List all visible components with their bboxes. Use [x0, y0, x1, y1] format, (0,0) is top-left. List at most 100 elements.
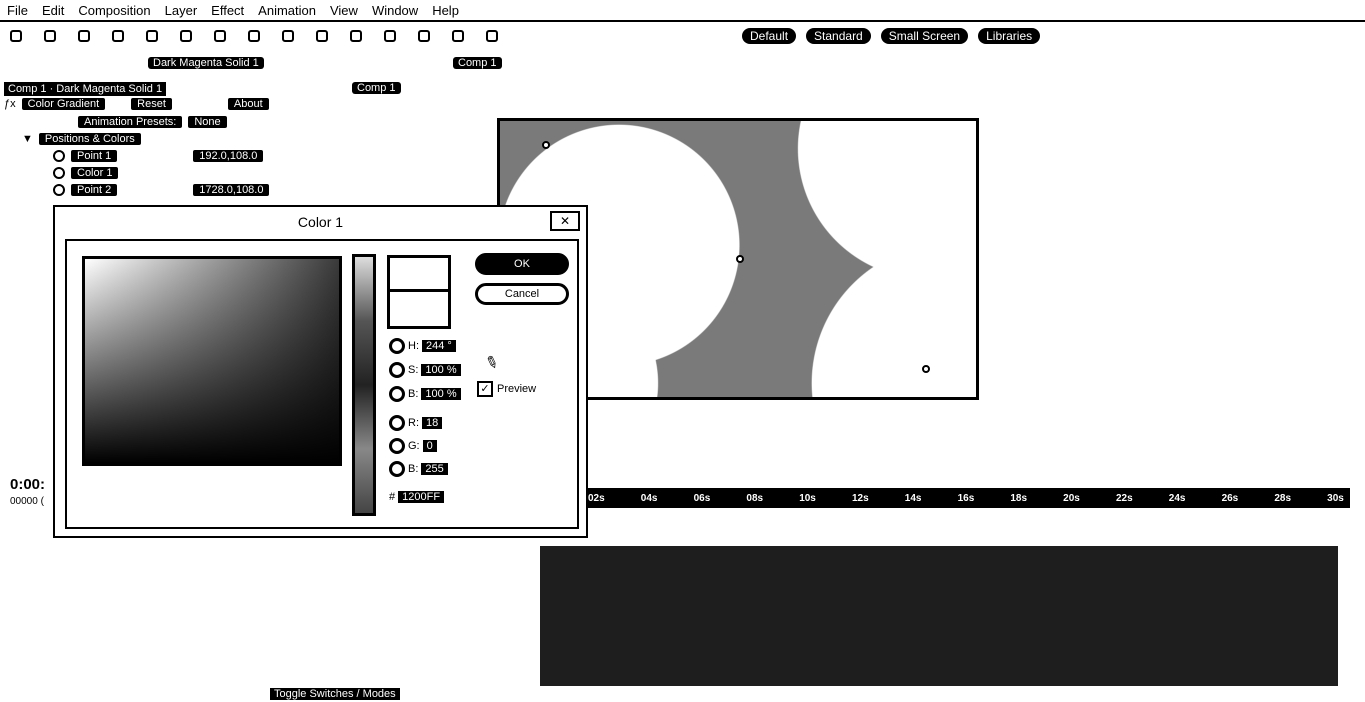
effect-controls-header: Comp 1 · Dark Magenta Solid 1	[4, 82, 167, 96]
selection-tool-icon[interactable]	[44, 30, 56, 42]
workspace-default[interactable]: Default	[742, 28, 797, 44]
animation-presets-select[interactable]: None	[188, 116, 227, 128]
point2-row: Point 2 1728.0,108.0	[53, 184, 270, 196]
menu-edit[interactable]: Edit	[35, 3, 71, 18]
tick-label: 24s	[1168, 492, 1186, 504]
brightness-radio[interactable]	[389, 386, 405, 402]
dialog-title: Color 1	[297, 214, 344, 230]
brush-tool-icon[interactable]	[350, 30, 362, 42]
dialog-body: OK Cancel H: 244 ° S: 100 % B: 100 % R: …	[65, 239, 579, 529]
current-color-swatch	[390, 292, 448, 326]
puppet-tool-icon[interactable]	[486, 30, 498, 42]
camera-tool-icon[interactable]	[180, 30, 192, 42]
viewer-controls[interactable]	[590, 424, 1070, 440]
stopwatch-icon[interactable]	[53, 150, 65, 162]
menu-animation[interactable]: Animation	[251, 3, 323, 18]
gradient-point-handle[interactable]	[922, 365, 930, 373]
saturation-input[interactable]: 100 %	[421, 364, 461, 376]
brightness-input[interactable]: 100 %	[421, 388, 461, 400]
stopwatch-icon[interactable]	[53, 167, 65, 179]
reset-button[interactable]: Reset	[131, 98, 172, 110]
brightness-label: B:	[408, 388, 419, 400]
tick-label: 26s	[1221, 492, 1239, 504]
red-input[interactable]: 18	[422, 417, 443, 429]
menu-view[interactable]: View	[323, 3, 365, 18]
blue-input[interactable]: 255	[421, 463, 448, 475]
menu-help[interactable]: Help	[425, 3, 466, 18]
positions-colors-group[interactable]: ▼ Positions & Colors	[22, 133, 141, 145]
ok-button[interactable]: OK	[475, 253, 569, 275]
type-tool-icon[interactable]	[316, 30, 328, 42]
fx-icon[interactable]: ƒx	[4, 98, 16, 110]
current-frame: 00000 (	[10, 496, 44, 507]
blue-label: B:	[408, 463, 419, 475]
color1-label: Color 1	[71, 167, 119, 179]
roto-brush-tool-icon[interactable]	[452, 30, 464, 42]
clone-stamp-tool-icon[interactable]	[384, 30, 396, 42]
composition-tab[interactable]: Comp 1	[453, 57, 502, 69]
hue-label: H:	[408, 340, 419, 352]
blue-radio[interactable]	[389, 461, 405, 477]
composition-breadcrumb[interactable]: Comp 1	[352, 82, 401, 94]
saturation-label: S:	[408, 364, 419, 376]
toggle-switches-modes[interactable]: Toggle Switches / Modes	[270, 688, 400, 700]
tick-label: 04s	[640, 492, 658, 504]
hue-radio[interactable]	[389, 338, 405, 354]
rotate-tool-icon[interactable]	[146, 30, 158, 42]
eyedropper-icon[interactable]: ✎	[482, 351, 501, 374]
tick-label: 08s	[746, 492, 764, 504]
workspace-small-screen[interactable]: Small Screen	[880, 28, 969, 44]
effect-controls-tab[interactable]: Dark Magenta Solid 1	[148, 57, 264, 69]
preview-checkbox[interactable]: ✓	[477, 381, 493, 397]
twirl-down-icon[interactable]: ▼	[22, 133, 33, 145]
zoom-tool-icon[interactable]	[112, 30, 124, 42]
point1-value[interactable]: 192.0,108.0	[193, 150, 264, 162]
menu-window[interactable]: Window	[365, 3, 425, 18]
green-input[interactable]: 0	[422, 440, 437, 452]
pan-behind-tool-icon[interactable]	[214, 30, 226, 42]
home-icon[interactable]	[10, 30, 22, 42]
hex-input[interactable]: 1200FF	[398, 491, 445, 503]
cancel-button[interactable]: Cancel	[475, 283, 569, 305]
workspace-standard[interactable]: Standard	[806, 28, 871, 44]
tick-label: 20s	[1063, 492, 1080, 504]
hue-input[interactable]: 244 °	[422, 340, 456, 352]
gradient-point-handle[interactable]	[542, 141, 550, 149]
about-button[interactable]: About	[227, 98, 269, 110]
tick-label: 30s	[1327, 492, 1344, 504]
eraser-tool-icon[interactable]	[418, 30, 430, 42]
red-row: R: 18	[389, 415, 443, 431]
close-icon[interactable]: ✕	[550, 211, 580, 231]
red-radio[interactable]	[389, 415, 405, 431]
saturation-radio[interactable]	[389, 362, 405, 378]
current-time[interactable]: 0:00:	[10, 476, 45, 493]
red-label: R:	[408, 417, 419, 429]
tick-label: 02s	[588, 492, 605, 504]
point1-row: Point 1 192.0,108.0	[53, 150, 264, 162]
pen-tool-icon[interactable]	[282, 30, 294, 42]
effect-row: ƒx Color Gradient Reset About	[4, 98, 269, 110]
shape-tool-icon[interactable]	[248, 30, 260, 42]
menu-composition[interactable]: Composition	[71, 3, 157, 18]
tick-label: 16s	[957, 492, 975, 504]
green-radio[interactable]	[389, 438, 405, 454]
group-label: Positions & Colors	[38, 133, 141, 145]
stopwatch-icon[interactable]	[53, 184, 65, 196]
hue-slider[interactable]	[352, 254, 376, 516]
hand-tool-icon[interactable]	[78, 30, 90, 42]
tick-label: 14s	[904, 492, 922, 504]
workspace-tabs: Default Standard Small Screen Libraries	[742, 28, 1041, 44]
menu-effect[interactable]: Effect	[204, 3, 251, 18]
saturation-brightness-field[interactable]	[82, 256, 342, 466]
hash-label: #	[389, 491, 396, 503]
menu-layer[interactable]: Layer	[158, 3, 205, 18]
point2-value[interactable]: 1728.0,108.0	[193, 184, 270, 196]
tick-label: 12s	[851, 492, 869, 504]
menu-file[interactable]: File	[0, 3, 35, 18]
workspace-libraries[interactable]: Libraries	[978, 28, 1041, 44]
layer-track[interactable]	[540, 546, 1338, 686]
anchor-point-icon[interactable]	[736, 255, 744, 263]
timeline-ruler[interactable]: 02s 04s 06s 08s 10s 12s 14s 16s 18s 20s …	[582, 488, 1350, 508]
menu-bar: File Edit Composition Layer Effect Anima…	[0, 0, 1365, 22]
effect-name[interactable]: Color Gradient	[21, 98, 106, 110]
